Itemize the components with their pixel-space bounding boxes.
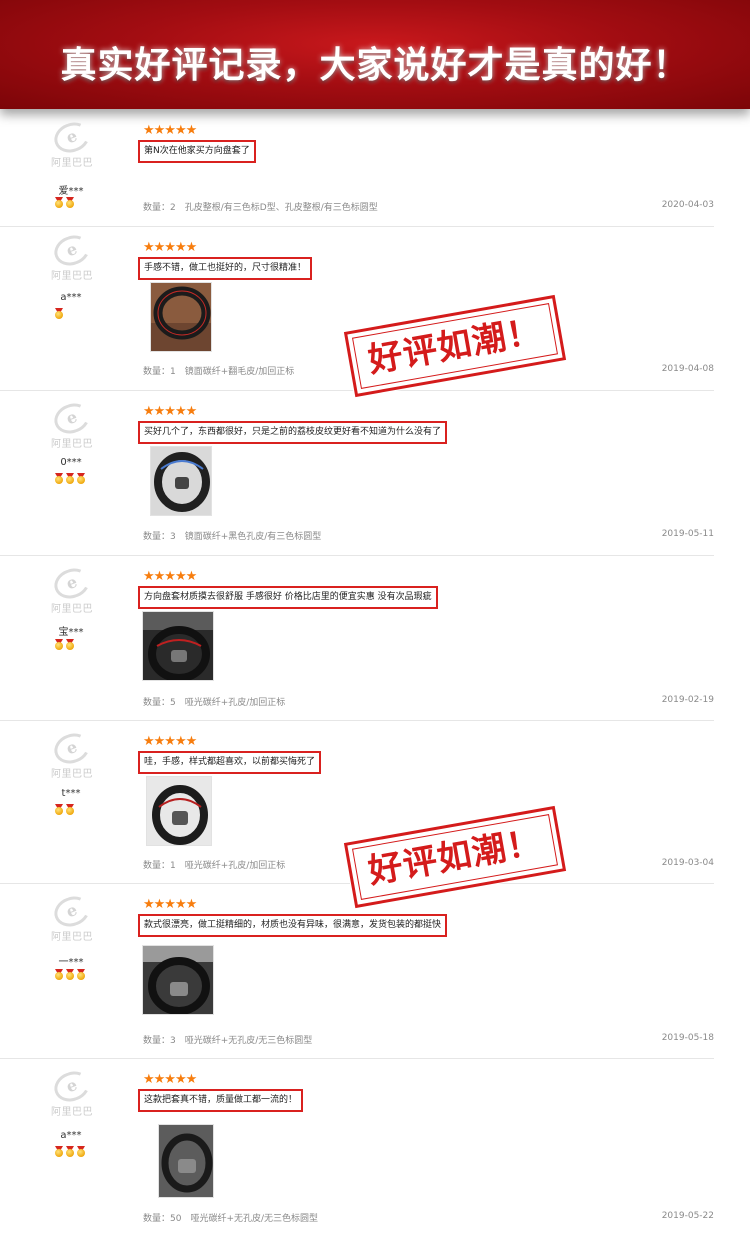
medal-icon xyxy=(54,639,64,650)
rating-stars: ★★★★★ xyxy=(143,897,197,912)
buyer-level-medals xyxy=(54,473,86,484)
review-comment: 第N次在他家买方向盘套了 xyxy=(138,140,256,163)
review-photo[interactable] xyxy=(150,446,212,516)
medal-icon xyxy=(54,804,64,815)
alibaba-logo-icon: e xyxy=(50,117,94,158)
steering-wheel-cover-photo xyxy=(143,946,213,1014)
rating-stars: ★★★★★ xyxy=(143,404,197,419)
alibaba-logo-icon: e xyxy=(50,230,94,271)
avatar-logo: e 阿里巴巴 xyxy=(48,1066,96,1118)
alibaba-logo-icon: e xyxy=(50,398,94,439)
medal-icon xyxy=(54,308,64,319)
avatar-logo: e 阿里巴巴 xyxy=(48,398,96,450)
buyer-level-medals xyxy=(54,197,75,208)
order-info: 数量：1 哑光碳纤+孔皮/加回正标 xyxy=(143,861,286,871)
medal-icon xyxy=(65,473,75,484)
review-comment: 款式很漂亮，做工挺精细的，材质也没有异味，很满意，发货包装的都挺快 xyxy=(138,914,448,937)
steering-wheel-cover-photo xyxy=(151,283,211,351)
logo-brand-text: 阿里巴巴 xyxy=(51,271,93,282)
logo-brand-text: 阿里巴巴 xyxy=(51,1107,93,1118)
medal-icon xyxy=(65,969,75,980)
medal-icon xyxy=(65,1146,75,1157)
reviewer-name: t*** xyxy=(61,788,81,799)
medal-icon xyxy=(54,473,64,484)
buyer-level-medals xyxy=(54,308,64,319)
review-comment: 手感不错，做工也挺好的，尺寸很精准！ xyxy=(138,257,313,280)
avatar-logo: e 阿里巴巴 xyxy=(48,728,96,780)
reviewer-name: 宝*** xyxy=(58,627,84,638)
reviewer-name: 一*** xyxy=(58,957,84,968)
reviewer-name: a*** xyxy=(60,1130,82,1141)
banner-title: 真实好评记录，大家说好才是真的好！ xyxy=(60,45,690,86)
avatar-logo: e 阿里巴巴 xyxy=(48,891,96,943)
medal-icon xyxy=(76,473,86,484)
logo-brand-text: 阿里巴巴 xyxy=(51,439,93,450)
order-info: 数量：3 镜面碳纤+黑色孔皮/有三色标圆型 xyxy=(143,532,322,542)
alibaba-logo-icon: e xyxy=(50,563,94,604)
medal-icon xyxy=(65,197,75,208)
review-photo[interactable] xyxy=(142,945,214,1015)
logo-brand-text: 阿里巴巴 xyxy=(51,604,93,615)
review-photo[interactable] xyxy=(142,611,214,681)
logo-brand-text: 阿里巴巴 xyxy=(51,932,93,943)
review-date: 2019-05-11 xyxy=(661,529,714,539)
review-comment: 这款把套真不错，质量做工都一流的！ xyxy=(138,1089,304,1112)
order-info: 数量：2 孔皮整根/有三色标D型、孔皮整根/有三色标圆型 xyxy=(143,203,378,213)
review-photo[interactable] xyxy=(150,282,212,352)
buyer-level-medals xyxy=(54,804,75,815)
review-item: e 阿里巴巴 a*** ★★★★★ 这款把套真不错，质量做工都一流的！ 数量：5… xyxy=(0,1058,714,1234)
avatar-logo: e 阿里巴巴 xyxy=(48,117,96,169)
medal-icon xyxy=(76,969,86,980)
logo-brand-text: 阿里巴巴 xyxy=(51,769,93,780)
review-date: 2019-03-04 xyxy=(661,858,714,868)
rating-stars: ★★★★★ xyxy=(143,123,197,138)
review-item: e 阿里巴巴 一*** ★★★★★ 款式很漂亮，做工挺精细的，材质也没有异味，很… xyxy=(0,883,714,1059)
logo-brand-text: 阿里巴巴 xyxy=(51,158,93,169)
review-photo[interactable] xyxy=(158,1124,214,1198)
alibaba-logo-icon: e xyxy=(50,728,94,769)
medal-icon xyxy=(54,197,64,208)
header-banner: 真实好评记录，大家说好才是真的好！ xyxy=(0,0,750,109)
review-item: e 阿里巴巴 0*** ★★★★★ 买好几个了，东西都很好，只是之前的荔枝皮纹更… xyxy=(0,390,714,556)
steering-wheel-cover-photo xyxy=(143,612,213,680)
buyer-level-medals xyxy=(54,969,86,980)
review-date: 2019-05-22 xyxy=(661,1211,714,1221)
buyer-level-medals xyxy=(54,639,75,650)
review-date: 2019-05-18 xyxy=(661,1033,714,1043)
review-item: e 阿里巴巴 爱*** ★★★★★ 第N次在他家买方向盘套了 数量：2 孔皮整根… xyxy=(0,109,714,227)
steering-wheel-cover-photo xyxy=(151,447,211,515)
rating-stars: ★★★★★ xyxy=(143,734,197,749)
reviewer-name: a*** xyxy=(60,292,82,303)
review-date: 2019-04-08 xyxy=(661,364,714,374)
review-item: e 阿里巴巴 宝*** ★★★★★ 方向盘套材质摸去很舒服 手感很好 价格比店里… xyxy=(0,555,714,721)
order-info: 数量：5 哑光碳纤+孔皮/加回正标 xyxy=(143,698,286,708)
medal-icon xyxy=(54,1146,64,1157)
reviewer-name: 爱*** xyxy=(58,186,84,197)
review-comment: 方向盘套材质摸去很舒服 手感很好 价格比店里的便宜实惠 没有次品瑕疵 xyxy=(138,586,438,609)
rating-stars: ★★★★★ xyxy=(143,569,197,584)
review-date: 2020-04-03 xyxy=(661,200,714,210)
medal-icon xyxy=(54,969,64,980)
review-comment: 哇，手感，样式都超喜欢，以前都买悔死了 xyxy=(138,751,322,774)
order-info: 数量：50 哑光碳纤+无孔皮/无三色标圆型 xyxy=(143,1214,319,1224)
alibaba-logo-icon: e xyxy=(50,891,94,932)
review-comment: 买好几个了，东西都很好，只是之前的荔枝皮纹更好看不知道为什么没有了 xyxy=(138,421,448,444)
steering-wheel-cover-photo xyxy=(159,1125,213,1197)
rating-stars: ★★★★★ xyxy=(143,240,197,255)
buyer-level-medals xyxy=(54,1146,86,1157)
rating-stars: ★★★★★ xyxy=(143,1072,197,1087)
medal-icon xyxy=(76,1146,86,1157)
order-info: 数量：3 哑光碳纤+无孔皮/无三色标圆型 xyxy=(143,1036,313,1046)
medal-icon xyxy=(65,639,75,650)
review-date: 2019-02-19 xyxy=(661,695,714,705)
steering-wheel-cover-photo xyxy=(147,777,211,845)
alibaba-logo-icon: e xyxy=(50,1066,94,1107)
order-info: 数量：1 镜面碳纤+翻毛皮/加回正标 xyxy=(143,367,295,377)
avatar-logo: e 阿里巴巴 xyxy=(48,563,96,615)
medal-icon xyxy=(65,804,75,815)
review-photo[interactable] xyxy=(146,776,212,846)
avatar-logo: e 阿里巴巴 xyxy=(48,230,96,282)
reviewer-name: 0*** xyxy=(60,457,82,468)
